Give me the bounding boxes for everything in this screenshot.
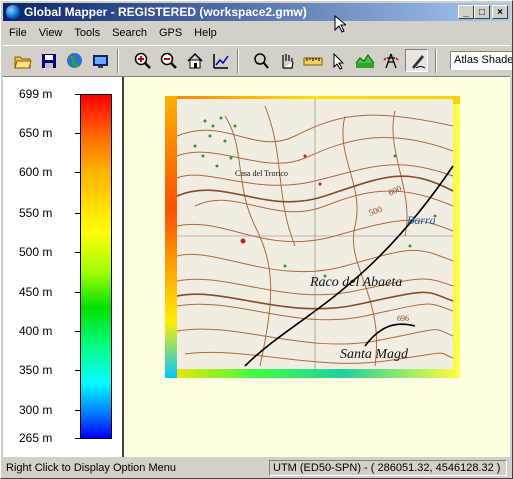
save-button[interactable]: [37, 49, 60, 72]
legend-tick: 400 m: [19, 324, 80, 338]
power-line-button[interactable]: [379, 49, 402, 72]
configure-button[interactable]: [89, 49, 112, 72]
toolbar: Atlas Shader: [3, 45, 512, 77]
window-title: Global Mapper - REGISTERED (workspace2.g…: [24, 5, 307, 19]
select-button[interactable]: [327, 49, 350, 72]
save-icon: [41, 53, 56, 68]
place-label: Barra: [407, 213, 436, 227]
menu-file[interactable]: File: [3, 27, 33, 39]
digitizer-icon: [411, 54, 425, 69]
zoom-tool-icon: [253, 52, 269, 69]
legend-tick-label: 699 m: [19, 87, 53, 101]
legend-tick-label: 500 m: [19, 245, 53, 259]
close-button[interactable]: ×: [492, 5, 508, 19]
app-window: Global Mapper - REGISTERED (workspace2.g…: [0, 0, 513, 479]
full-view-icon: [212, 53, 229, 69]
measure-button[interactable]: [301, 49, 324, 72]
menu-view[interactable]: View: [33, 27, 69, 39]
globe-icon: [67, 53, 82, 68]
zoom-out-icon: [160, 52, 177, 69]
menu-gps[interactable]: GPS: [153, 27, 188, 39]
menu-help[interactable]: Help: [188, 27, 223, 39]
minimize-button[interactable]: _: [458, 5, 474, 19]
elevation-color-bar: [80, 94, 112, 439]
legend-tick-mark: [75, 330, 80, 332]
zoom-in-button[interactable]: [131, 49, 154, 72]
legend-tick: 450 m: [19, 285, 80, 299]
measure-ruler-icon: [303, 57, 322, 65]
open-button[interactable]: [11, 49, 34, 72]
home-icon: [186, 52, 203, 68]
place-label: Casa del Trorico: [235, 169, 288, 178]
legend-tick-mark: [75, 171, 80, 173]
toolbar-separator: [237, 49, 239, 73]
window-controls: _ □ ×: [458, 5, 508, 19]
toolbar-separator: [117, 49, 119, 73]
legend-tick-mark: [75, 437, 80, 439]
legend-tick: 350 m: [19, 363, 80, 377]
status-coordinates: UTM (ED50-SPN) - ( 286051.32, 4546128.32…: [269, 460, 507, 476]
legend-tick: 500 m: [19, 245, 80, 259]
legend-tick-mark: [75, 251, 80, 253]
menu-search[interactable]: Search: [106, 27, 153, 39]
legend-tick-label: 300 m: [19, 403, 53, 417]
path-profile-button[interactable]: [353, 49, 376, 72]
pan-tool-button[interactable]: [275, 49, 298, 72]
path-profile-icon: [355, 53, 374, 68]
menu-tools[interactable]: Tools: [68, 27, 106, 39]
legend-tick-label: 265 m: [19, 431, 53, 445]
topographic-map[interactable]: Casa del Trorico Raco del Abaeta Santa M…: [165, 96, 460, 378]
legend-tick: 265 m: [19, 431, 80, 445]
status-hint: Right Click to Display Option Menu: [6, 462, 176, 474]
place-label: Santa Magd: [340, 347, 409, 362]
legend-tick: 300 m: [19, 403, 80, 417]
contour-label: 696: [397, 314, 409, 323]
legend-tick: 650 m: [19, 126, 80, 140]
legend-tick-label: 400 m: [19, 324, 53, 338]
open-folder-icon: [13, 56, 32, 68]
shader-dropdown[interactable]: Atlas Shader: [450, 51, 512, 70]
zoom-in-icon: [134, 52, 151, 69]
legend-tick-mark: [75, 93, 80, 95]
legend-tick-label: 550 m: [19, 206, 53, 220]
pan-hand-icon: [281, 53, 294, 69]
select-arrow-icon: [333, 52, 344, 70]
legend-tick: 699 m: [19, 87, 80, 101]
legend-tick-label: 650 m: [19, 126, 53, 140]
zoom-out-button[interactable]: [157, 49, 180, 72]
menu-bar: File View Tools Search GPS Help: [3, 23, 223, 42]
legend-tick-label: 600 m: [19, 165, 53, 179]
legend-tick-mark: [75, 291, 80, 293]
elevation-legend: 699 m 650 m 600 m 550 m 500 m 450 m 400 …: [3, 77, 124, 457]
legend-tick: 550 m: [19, 206, 80, 220]
home-button[interactable]: [183, 49, 206, 72]
maximize-button[interactable]: □: [474, 5, 490, 19]
title-bar[interactable]: Global Mapper - REGISTERED (workspace2.g…: [3, 3, 510, 21]
place-label: Raco del Abaeta: [309, 275, 402, 290]
legend-tick-mark: [75, 409, 80, 411]
configure-icon: [92, 54, 108, 68]
legend-tick: 600 m: [19, 165, 80, 179]
legend-tick-mark: [75, 132, 80, 134]
digitizer-button[interactable]: [405, 49, 428, 72]
toolbar-separator: [435, 49, 437, 73]
legend-tick-mark: [75, 369, 80, 371]
web-data-button[interactable]: [63, 49, 86, 72]
globe-app-icon: [6, 5, 20, 19]
mouse-cursor-icon: [334, 15, 346, 33]
elevation-shading: [165, 96, 177, 378]
power-line-icon: [382, 53, 399, 68]
legend-tick-label: 450 m: [19, 285, 53, 299]
status-bar: Right Click to Display Option Menu UTM (…: [3, 459, 510, 477]
zoom-tool-button[interactable]: [249, 49, 272, 72]
legend-tick-mark: [75, 212, 80, 214]
map-view[interactable]: Casa del Trorico Raco del Abaeta Santa M…: [124, 77, 510, 457]
legend-tick-label: 350 m: [19, 363, 53, 377]
full-view-button[interactable]: [209, 49, 232, 72]
